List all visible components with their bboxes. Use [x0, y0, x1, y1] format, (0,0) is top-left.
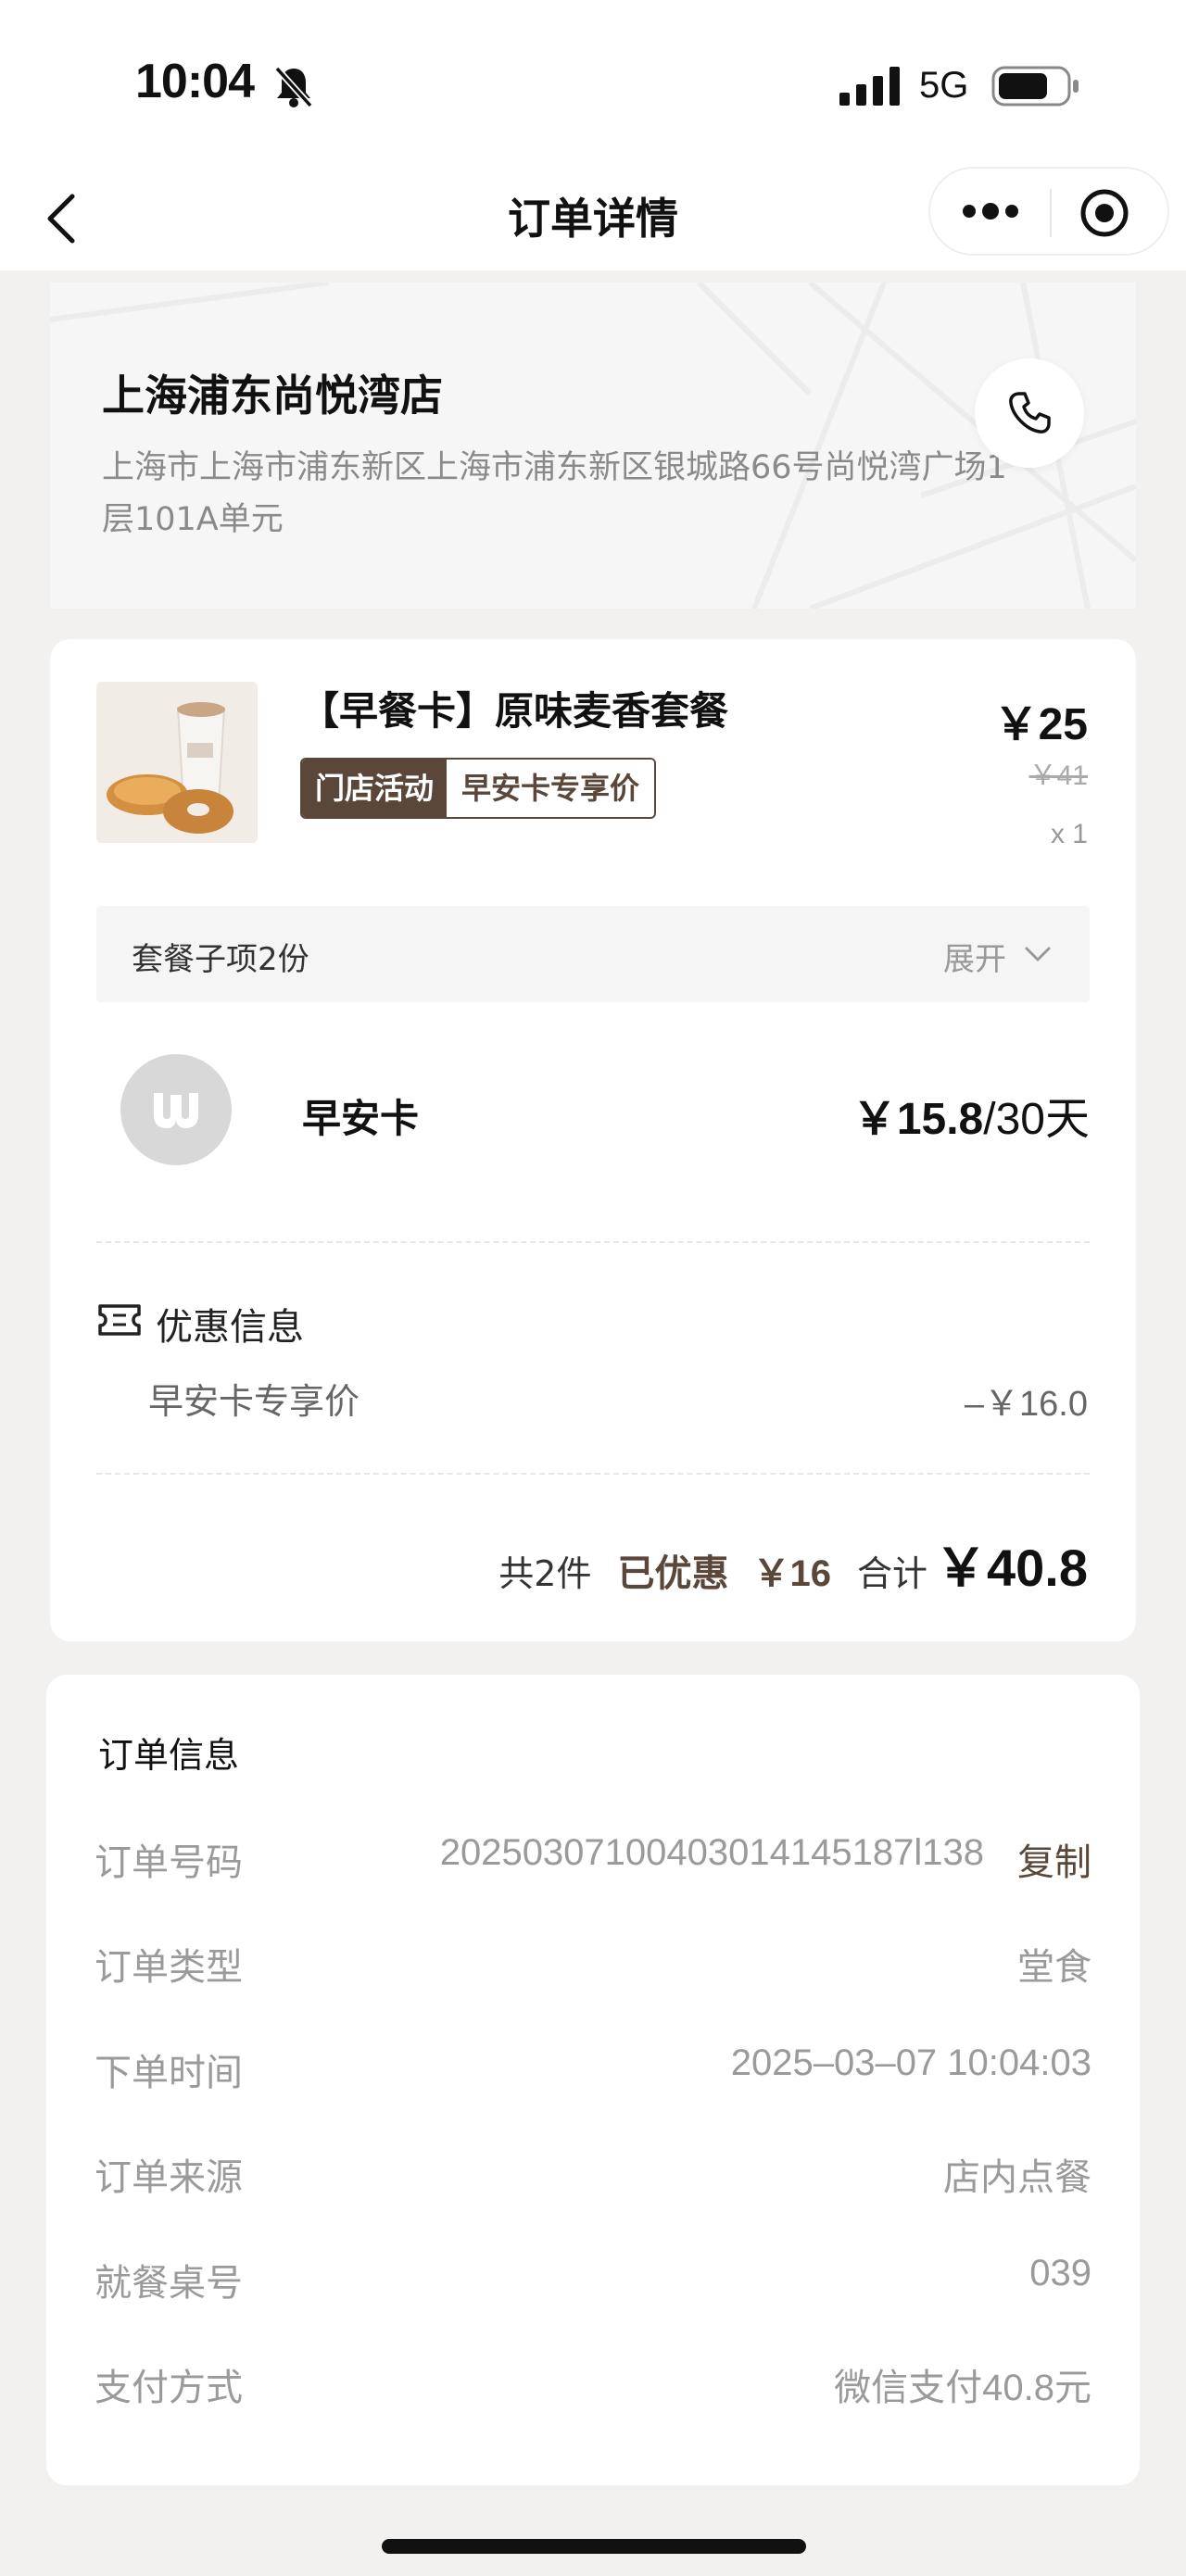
network-label: 5G: [919, 65, 969, 106]
info-row-order-number: 订单号码 20250307100403014145187l138 复制: [95, 1832, 1091, 1888]
store-card: 上海浦东尚悦湾店 上海市上海市浦东新区上海市浦东新区银城路66号尚悦湾广场1层1…: [50, 283, 1136, 609]
member-card-item: 早安卡 ￥15.8/30天: [96, 1047, 1090, 1165]
copy-button[interactable]: 复制: [1017, 1832, 1091, 1886]
bell-off-icon: [274, 66, 313, 108]
product-name: 【早餐卡】原味麦香套餐: [300, 688, 729, 734]
order-number-value: 20250307100403014145187l138: [439, 1832, 984, 1873]
combo-label: 套餐子项2份: [132, 941, 309, 978]
order-info-title: 订单信息: [98, 1735, 240, 1776]
promo-tag: 门店活动 早安卡专享价: [300, 758, 657, 819]
item-count: 共2件: [498, 1553, 592, 1594]
product-quantity: x 1: [1050, 819, 1088, 849]
info-label: 就餐桌号: [95, 2262, 243, 2305]
nav-bar: 订单详情: [0, 167, 1186, 270]
info-label: 订单类型: [95, 1946, 243, 1989]
member-card-period: /30天: [983, 1095, 1090, 1144]
info-label: 订单号码: [95, 1841, 243, 1884]
target-icon[interactable]: [1079, 187, 1130, 239]
more-icon[interactable]: [958, 193, 1023, 230]
info-label: 支付方式: [95, 2367, 243, 2409]
order-items-card: 【早餐卡】原味麦香套餐 门店活动 早安卡专享价 ￥25 ￥41 x 1 套餐子项…: [50, 639, 1136, 1641]
brand-logo: [120, 1054, 232, 1165]
discount-name: 早安卡专享价: [148, 1381, 360, 1422]
brand-logo-icon: [154, 1093, 198, 1128]
divider: [96, 1473, 1090, 1475]
info-row-order-time: 下单时间 2025–03–07 10:04:03: [95, 2042, 1091, 2098]
info-label: 下单时间: [95, 2052, 243, 2094]
info-value: 微信支付40.8元: [834, 2368, 1091, 2408]
order-summary: 共2件 已优惠 ￥16 合计 ￥40.8: [498, 1527, 1088, 1602]
member-card-price-value: ￥15.8: [852, 1095, 984, 1144]
saved-label: 已优惠: [617, 1552, 729, 1595]
info-value: 039: [1029, 2253, 1091, 2293]
discount-title: 优惠信息: [156, 1306, 304, 1349]
status-bar: 10:04 5G: [0, 0, 1186, 167]
home-indicator: [382, 2539, 806, 2554]
discount-value: –￥16.0: [964, 1385, 1088, 1424]
info-label: 订单来源: [95, 2156, 243, 2199]
total-label: 合计: [856, 1553, 927, 1594]
ticket-icon: [98, 1304, 141, 1336]
chevron-down-icon: [1025, 947, 1051, 961]
phone-icon: [1009, 392, 1051, 434]
product-original-price: ￥41: [1028, 760, 1088, 791]
tag-member-price: 早安卡专享价: [447, 760, 655, 817]
combo-items-toggle[interactable]: 套餐子项2份 展开: [96, 906, 1090, 1002]
info-row-table-number: 就餐桌号 039: [95, 2253, 1091, 2308]
status-time: 10:04: [135, 55, 255, 108]
member-card-price: ￥15.8/30天: [852, 1082, 1090, 1147]
mini-program-capsule: [928, 167, 1169, 256]
expand-label: 展开: [943, 941, 1006, 978]
member-card-name: 早安卡: [302, 1096, 420, 1141]
store-address: 上海市上海市浦东新区上海市浦东新区银城路66号尚悦湾广场1层101A单元: [102, 449, 1007, 538]
total-value: ￥40.8: [935, 1539, 1088, 1597]
info-row-order-source: 订单来源 店内点餐: [95, 2147, 1091, 2203]
store-name: 上海浦东尚悦湾店: [102, 371, 443, 421]
info-value: 店内点餐: [943, 2157, 1091, 2198]
battery-icon: [991, 66, 1079, 107]
info-row-payment-method: 支付方式 微信支付40.8元: [95, 2357, 1091, 2413]
saved-value: ￥16: [752, 1553, 831, 1594]
call-store-button[interactable]: [975, 358, 1084, 468]
capsule-divider: [1050, 189, 1052, 237]
product-image: [96, 682, 258, 843]
divider: [96, 1241, 1090, 1243]
info-row-order-type: 订单类型 堂食: [95, 1937, 1091, 1992]
tag-activity: 门店活动: [302, 760, 448, 817]
product-price: ￥25: [993, 700, 1088, 749]
info-value: 堂食: [1017, 1947, 1091, 1988]
info-value: 2025–03–07 10:04:03: [730, 2042, 1091, 2083]
signal-icon: [839, 67, 900, 106]
order-info-card: 订单信息 订单号码 20250307100403014145187l138 复制…: [46, 1675, 1140, 2485]
